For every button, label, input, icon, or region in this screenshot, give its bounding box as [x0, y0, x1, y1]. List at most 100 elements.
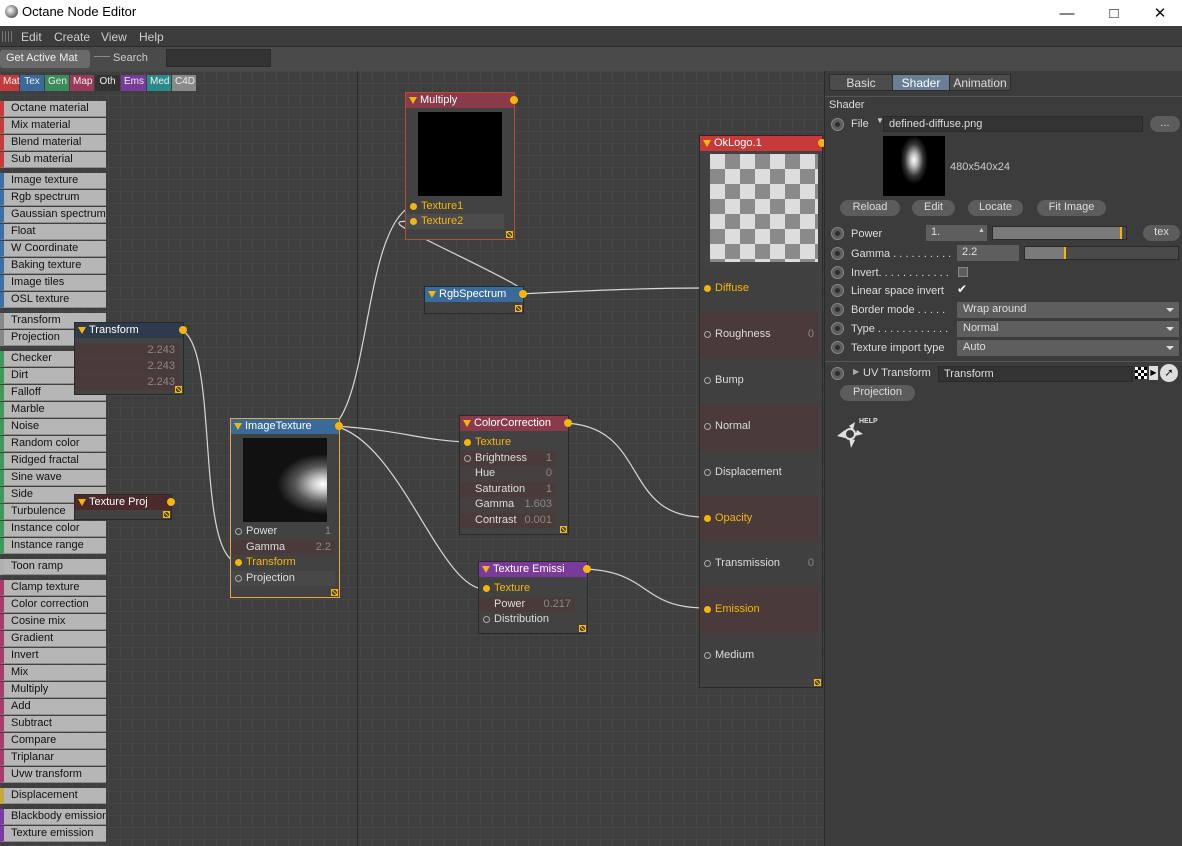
- colorcorrection-node[interactable]: ColorCorrection Texture Brightness 1 Hue 0 Sa…: [459, 415, 572, 535]
- tab-basic[interactable]: Basic: [829, 74, 893, 91]
- resize-handle[interactable]: [579, 625, 586, 632]
- import-animate-radio[interactable]: [831, 341, 844, 354]
- projection-node-header[interactable]: Texture Proj: [75, 495, 171, 510]
- rgbspectrum-output-pin[interactable]: [519, 290, 527, 298]
- palette-item-displacement[interactable]: Displacement: [0, 788, 106, 804]
- input-pin[interactable]: [704, 468, 711, 476]
- multiply-input-texture1[interactable]: Texture1: [406, 199, 510, 214]
- get-active-mat-button[interactable]: Get Active Mat: [0, 50, 90, 68]
- uv-transform-link-field[interactable]: Transform: [938, 366, 1133, 382]
- colorcorr-input-hue[interactable]: Hue 0: [460, 466, 556, 482]
- input-pin[interactable]: [235, 528, 242, 535]
- imagetex-input-power[interactable]: Power 1: [231, 524, 335, 540]
- input-pin[interactable]: [235, 559, 242, 566]
- palette-item-invert[interactable]: Invert: [0, 648, 106, 664]
- imagetexture-node[interactable]: ImageTexture Power 1 Gamma 2.2 Transform Proj…: [230, 418, 343, 598]
- browse-button[interactable]: ...: [1150, 116, 1180, 132]
- gamma-field[interactable]: 2.2: [957, 245, 1019, 261]
- palette-item-gaussian-spectrum[interactable]: Gaussian spectrum: [0, 207, 106, 223]
- texture-emission-node-header[interactable]: Texture Emissi: [479, 562, 587, 577]
- palette-item-instance-range[interactable]: Instance range: [0, 538, 106, 554]
- input-pin[interactable]: [704, 285, 711, 292]
- palette-item-toon-ramp[interactable]: Toon ramp: [0, 559, 106, 575]
- transform-row-1[interactable]: 2.243: [75, 343, 179, 358]
- oklogo-input-bump[interactable]: Bump: [700, 357, 818, 404]
- fit-image-button[interactable]: Fit Image: [1037, 200, 1106, 216]
- gamma-slider[interactable]: [1024, 246, 1179, 260]
- resize-handle[interactable]: [560, 526, 567, 533]
- projection-output-pin[interactable]: [167, 498, 175, 506]
- texture-emission-node[interactable]: Texture Emissi Texture Power 0.217 Distribu…: [478, 561, 591, 634]
- projection-node[interactable]: Texture Proj: [74, 494, 175, 520]
- colorcorr-input-texture[interactable]: Texture: [460, 435, 556, 451]
- palette-item-random-color[interactable]: Random color: [0, 436, 106, 452]
- palette-item-sub-material[interactable]: Sub material: [0, 152, 106, 168]
- locate-button[interactable]: Locate: [968, 200, 1023, 216]
- projection-button[interactable]: Projection: [840, 385, 915, 401]
- power-spinner-icon[interactable]: ▲: [978, 227, 985, 234]
- resize-handle[interactable]: [175, 386, 182, 393]
- texemit-input-distribution[interactable]: Distribution: [479, 612, 575, 628]
- texture-import-type-select[interactable]: Auto: [957, 340, 1179, 356]
- texemit-input-texture[interactable]: Texture: [479, 581, 575, 597]
- border-animate-radio[interactable]: [831, 303, 844, 316]
- resize-handle[interactable]: [506, 231, 513, 238]
- rgbspectrum-node[interactable]: RgbSpectrum: [424, 286, 527, 314]
- oklogo-input-opacity[interactable]: Opacity: [700, 495, 818, 542]
- category-tab-tex[interactable]: Tex: [20, 75, 44, 91]
- type-animate-radio[interactable]: [831, 322, 844, 335]
- input-pin[interactable]: [704, 560, 711, 568]
- oklogo-input-emission[interactable]: Emission: [700, 587, 818, 634]
- multiply-input-texture2[interactable]: Texture2: [406, 214, 504, 229]
- category-tab-ems[interactable]: Ems: [121, 75, 146, 91]
- imagetexture-node-header[interactable]: ImageTexture: [231, 419, 339, 434]
- palette-item-osl-texture[interactable]: OSL texture: [0, 292, 106, 308]
- link-arrow-icon[interactable]: ▶: [1149, 366, 1158, 380]
- input-pin[interactable]: [704, 514, 711, 522]
- palette-item-blend-material[interactable]: Blend material: [0, 135, 106, 151]
- palette-item-image-tiles[interactable]: Image tiles: [0, 275, 106, 291]
- palette-item-add[interactable]: Add: [0, 699, 106, 715]
- palette-item-w-coordinate[interactable]: W Coordinate: [0, 241, 106, 257]
- oklogo-material-node[interactable]: OkLogo.1 Diffuse Roughness 0 Bump Normal Disp…: [699, 135, 826, 688]
- resize-handle[interactable]: [814, 679, 821, 686]
- palette-item-instance-color[interactable]: Instance color: [0, 521, 106, 537]
- file-animate-radio[interactable]: [831, 118, 844, 131]
- transform-node-header[interactable]: Transform: [75, 323, 183, 338]
- colorcorr-input-brightness[interactable]: Brightness 1: [460, 450, 556, 466]
- colorcorr-input-saturation[interactable]: Saturation 1: [460, 481, 556, 497]
- category-tab-mat[interactable]: Mat: [0, 75, 20, 91]
- invert-checkbox[interactable]: [958, 267, 968, 277]
- oklogo-input-diffuse[interactable]: Diffuse: [700, 266, 818, 312]
- oklogo-input-transmission[interactable]: Transmission 0: [700, 541, 818, 588]
- oklogo-input-roughness[interactable]: Roughness 0: [700, 311, 818, 358]
- palette-item-cosine-mix[interactable]: Cosine mix: [0, 614, 106, 630]
- transform-row-2[interactable]: 2.243: [75, 359, 179, 374]
- category-tab-oth[interactable]: Oth: [95, 75, 120, 91]
- input-pin[interactable]: [464, 454, 471, 462]
- palette-item-compare[interactable]: Compare: [0, 733, 106, 749]
- input-pin[interactable]: [704, 330, 711, 338]
- colorcorr-input-contrast[interactable]: Contrast 0.001: [460, 512, 556, 528]
- category-tab-map[interactable]: Map: [70, 75, 94, 91]
- oklogo-node-header[interactable]: OkLogo.1: [700, 136, 822, 151]
- palette-item-texture-emission[interactable]: Texture emission: [0, 826, 106, 842]
- imagetex-input-transform[interactable]: Transform: [231, 555, 335, 571]
- colorcorrection-output-pin[interactable]: [564, 419, 572, 427]
- palette-item-blackbody-emission[interactable]: Blackbody emission: [0, 809, 106, 825]
- imagetex-input-gamma[interactable]: Gamma 2.2: [231, 539, 335, 555]
- palette-item-multiply[interactable]: Multiply: [0, 682, 106, 698]
- input-pin[interactable]: [235, 574, 242, 582]
- invert-animate-radio[interactable]: [831, 266, 844, 279]
- input-pin[interactable]: [704, 606, 711, 614]
- tab-animation[interactable]: Animation: [949, 74, 1011, 91]
- transform-row-3[interactable]: 2.243: [75, 375, 179, 390]
- reload-button[interactable]: Reload: [840, 200, 900, 216]
- border-mode-select[interactable]: Wrap around: [957, 302, 1179, 318]
- palette-item-color-correction[interactable]: Color correction: [0, 597, 106, 613]
- palette-item-mix-material[interactable]: Mix material: [0, 118, 106, 134]
- category-tab-gen[interactable]: Gen: [45, 75, 69, 91]
- search-input[interactable]: [166, 49, 271, 67]
- help-icon[interactable]: HELP: [835, 418, 878, 450]
- oklogo-input-displacement[interactable]: Displacement: [700, 449, 818, 496]
